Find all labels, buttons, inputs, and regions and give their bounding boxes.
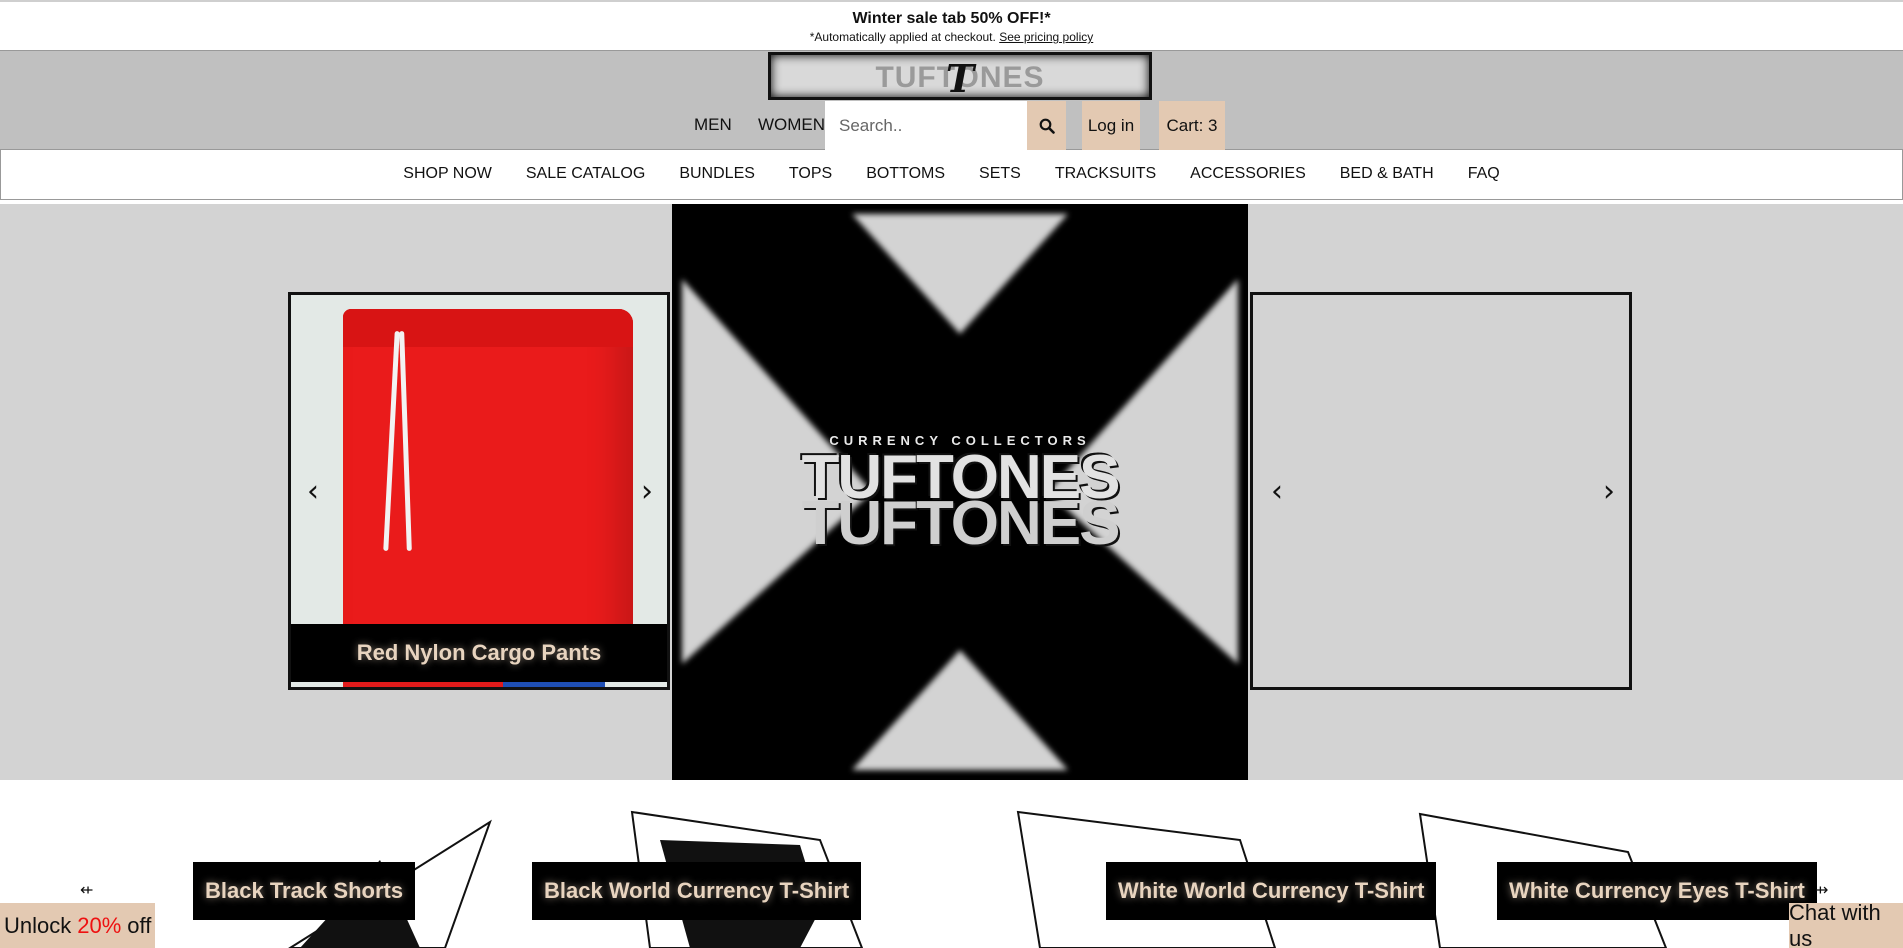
site-logo[interactable]: TUFTONES T bbox=[768, 52, 1152, 100]
logo-mark: T bbox=[945, 56, 975, 100]
sale-note: *Automatically applied at checkout. See … bbox=[0, 30, 1903, 44]
product-card[interactable]: White World Currency T-Shirt bbox=[1106, 862, 1437, 920]
promo-unlock-button[interactable]: Unlock 20% off bbox=[0, 903, 156, 948]
product-title: Black World Currency T-Shirt bbox=[544, 878, 850, 903]
category-sale-catalog[interactable]: SALE CATALOG bbox=[509, 165, 662, 183]
product-card-right[interactable]: ‹ › bbox=[1250, 292, 1632, 690]
category-sets[interactable]: SETS bbox=[962, 165, 1038, 183]
category-bundles[interactable]: BUNDLES bbox=[662, 165, 772, 183]
product-card-left[interactable]: Red Nylon Cargo Pants ‹ › bbox=[288, 292, 670, 690]
product-card[interactable]: Black World Currency T-Shirt bbox=[532, 862, 862, 920]
category-nav: SHOP NOW SALE CATALOG BUNDLES TOPS BOTTO… bbox=[0, 150, 1903, 200]
category-accessories[interactable]: ACCESSORIES bbox=[1173, 165, 1323, 183]
collapse-arrow-icon[interactable]: ⇷ bbox=[80, 880, 93, 899]
product-title: Red Nylon Cargo Pants bbox=[356, 640, 602, 665]
sale-note-text: *Automatically applied at checkout. bbox=[809, 30, 996, 44]
sale-headline: Winter sale tab 50% OFF!* bbox=[852, 10, 1051, 27]
category-bed-bath[interactable]: BED & BATH bbox=[1323, 165, 1451, 183]
site-header: TUFTONES T MEN WOMEN Log in Cart: 3 bbox=[0, 50, 1903, 151]
pants-waistband bbox=[343, 309, 633, 347]
promo-post: off bbox=[127, 912, 152, 938]
search-icon bbox=[1039, 118, 1055, 134]
chevron-left-icon[interactable]: ‹ bbox=[307, 477, 319, 507]
chevron-right-icon[interactable]: › bbox=[1603, 477, 1615, 507]
product-caption: Red Nylon Cargo Pants bbox=[291, 624, 667, 682]
cart-button[interactable]: Cart: 3 bbox=[1159, 101, 1225, 151]
product-card[interactable]: White Currency Eyes T-Shirt bbox=[1497, 862, 1817, 920]
product-title: Black Track Shorts bbox=[205, 878, 404, 903]
category-tops[interactable]: TOPS bbox=[772, 165, 849, 183]
login-button[interactable]: Log in bbox=[1082, 101, 1140, 151]
collapse-arrow-icon[interactable]: ⇸ bbox=[1815, 880, 1828, 899]
pricing-policy-link[interactable]: See pricing policy bbox=[999, 30, 1093, 44]
pants-drawstring bbox=[399, 330, 412, 552]
product-card[interactable]: Black Track Shorts bbox=[193, 862, 416, 920]
brand-banner[interactable]: CURRENCY COLLECTORS TUFTONES TUFTONES bbox=[672, 204, 1248, 780]
hero-carousel: Red Nylon Cargo Pants ‹ › CURRENCY COLLE… bbox=[0, 204, 1903, 780]
chevron-right-icon[interactable]: › bbox=[641, 477, 653, 507]
chat-button[interactable]: Chat with us bbox=[1789, 900, 1903, 948]
product-title: White World Currency T-Shirt bbox=[1118, 878, 1425, 903]
search-input[interactable] bbox=[825, 101, 1027, 151]
category-faq[interactable]: FAQ bbox=[1451, 165, 1517, 183]
pants-drawstring bbox=[383, 331, 400, 551]
brand-logo: CURRENCY COLLECTORS TUFTONES TUFTONES bbox=[672, 204, 1248, 780]
category-bottoms[interactable]: BOTTOMS bbox=[849, 165, 962, 183]
promo-highlight: 20% bbox=[77, 912, 122, 938]
announcement-bar: Winter sale tab 50% OFF!* *Automatically… bbox=[0, 0, 1903, 50]
nav-women[interactable]: WOMEN bbox=[758, 115, 825, 135]
category-shop-now[interactable]: SHOP NOW bbox=[386, 165, 509, 183]
product-strip: Black Track Shorts Black World Currency … bbox=[0, 780, 1903, 948]
brand-logo-echo: TUFTONES bbox=[801, 488, 1121, 558]
search-button[interactable] bbox=[1027, 101, 1066, 151]
category-tracksuits[interactable]: TRACKSUITS bbox=[1038, 165, 1173, 183]
chevron-left-icon[interactable]: ‹ bbox=[1271, 477, 1283, 507]
promo-pre: Unlock bbox=[4, 912, 72, 938]
product-title: White Currency Eyes T-Shirt bbox=[1509, 878, 1805, 903]
nav-men[interactable]: MEN bbox=[694, 115, 732, 135]
